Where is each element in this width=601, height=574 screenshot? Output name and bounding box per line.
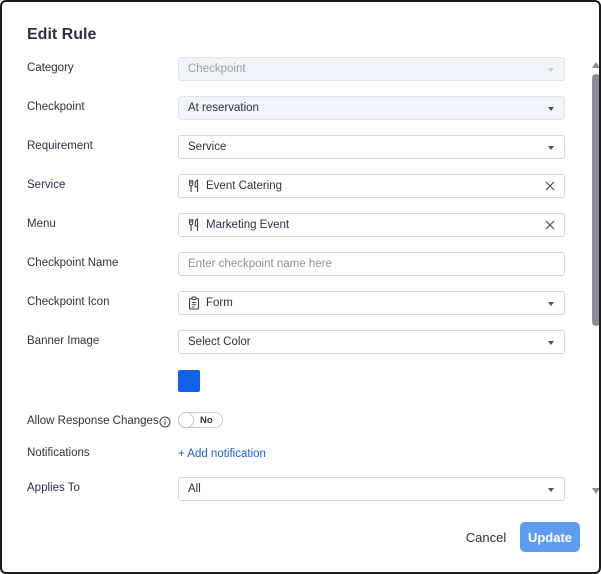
checkpoint-row: Checkpoint At reservation bbox=[2, 96, 592, 120]
toggle-state-label: No bbox=[200, 415, 213, 426]
applies-to-row: Applies To All bbox=[2, 477, 592, 501]
requirement-select[interactable]: Service bbox=[178, 135, 565, 159]
allow-response-changes-row: Allow Response Changes No bbox=[2, 410, 592, 434]
checkpoint-label: Checkpoint bbox=[27, 101, 85, 113]
add-notification-link[interactable]: + Add notification bbox=[178, 448, 266, 460]
checkpoint-name-row: Checkpoint Name bbox=[2, 252, 592, 276]
banner-image-select[interactable]: Select Color bbox=[178, 330, 565, 354]
applies-to-value: All bbox=[188, 483, 201, 495]
close-icon[interactable] bbox=[544, 219, 556, 231]
service-value: Event Catering bbox=[206, 180, 283, 192]
category-label: Category bbox=[27, 62, 74, 74]
edit-rule-dialog: Edit Rule Category Checkpoint Checkpoint… bbox=[0, 0, 601, 574]
menu-select[interactable]: Marketing Event bbox=[178, 213, 565, 237]
chevron-down-icon bbox=[548, 68, 554, 72]
allow-response-changes-label: Allow Response Changes bbox=[27, 415, 159, 427]
applies-to-select[interactable]: All bbox=[178, 477, 565, 501]
checkpoint-name-field-wrap bbox=[178, 252, 565, 276]
utensils-icon bbox=[188, 218, 199, 231]
info-icon[interactable] bbox=[159, 416, 171, 428]
checkpoint-icon-label: Checkpoint Icon bbox=[27, 296, 110, 308]
chevron-down-icon bbox=[548, 302, 554, 306]
scroll-up-arrow-icon[interactable] bbox=[592, 62, 599, 68]
menu-row: Menu Marketing Event bbox=[2, 213, 592, 237]
vertical-scrollbar[interactable] bbox=[591, 60, 599, 494]
checkpoint-value: At reservation bbox=[188, 102, 259, 114]
requirement-row: Requirement Service bbox=[2, 135, 592, 159]
clipboard-icon bbox=[188, 296, 200, 310]
scroll-down-arrow-icon[interactable] bbox=[592, 488, 599, 494]
category-value: Checkpoint bbox=[188, 63, 246, 75]
menu-label: Menu bbox=[27, 218, 56, 230]
applies-to-label: Applies To bbox=[27, 482, 80, 494]
chevron-down-icon bbox=[548, 488, 554, 492]
checkpoint-name-input[interactable] bbox=[179, 253, 564, 275]
checkpoint-name-label: Checkpoint Name bbox=[27, 257, 119, 269]
checkpoint-icon-select[interactable]: Form bbox=[178, 291, 565, 315]
notifications-label: Notifications bbox=[27, 447, 90, 459]
banner-image-row: Banner Image Select Color bbox=[2, 330, 592, 354]
requirement-value: Service bbox=[188, 141, 227, 153]
checkpoint-select[interactable]: At reservation bbox=[178, 96, 565, 120]
dialog-title: Edit Rule bbox=[27, 26, 97, 43]
service-row: Service Event Catering bbox=[2, 174, 592, 198]
category-row: Category Checkpoint bbox=[2, 57, 592, 81]
chevron-down-icon bbox=[548, 146, 554, 150]
color-swatch[interactable] bbox=[178, 370, 200, 392]
requirement-label: Requirement bbox=[27, 140, 93, 152]
allow-response-changes-toggle[interactable]: No bbox=[178, 412, 223, 428]
menu-value: Marketing Event bbox=[206, 219, 290, 231]
service-label: Service bbox=[27, 179, 66, 191]
cancel-button[interactable]: Cancel bbox=[457, 522, 515, 552]
scrollbar-thumb[interactable] bbox=[592, 74, 599, 326]
close-icon[interactable] bbox=[544, 180, 556, 192]
notifications-row: Notifications + Add notification bbox=[2, 442, 592, 466]
utensils-icon bbox=[188, 179, 199, 192]
service-select[interactable]: Event Catering bbox=[178, 174, 565, 198]
banner-image-label: Banner Image bbox=[27, 335, 100, 347]
toggle-knob bbox=[178, 412, 194, 428]
category-select: Checkpoint bbox=[178, 57, 565, 81]
chevron-down-icon bbox=[548, 107, 554, 111]
banner-image-value: Select Color bbox=[188, 336, 251, 348]
checkpoint-icon-row: Checkpoint Icon Form bbox=[2, 291, 592, 315]
chevron-down-icon bbox=[548, 341, 554, 345]
checkpoint-icon-value: Form bbox=[206, 297, 233, 309]
update-button[interactable]: Update bbox=[520, 522, 580, 552]
